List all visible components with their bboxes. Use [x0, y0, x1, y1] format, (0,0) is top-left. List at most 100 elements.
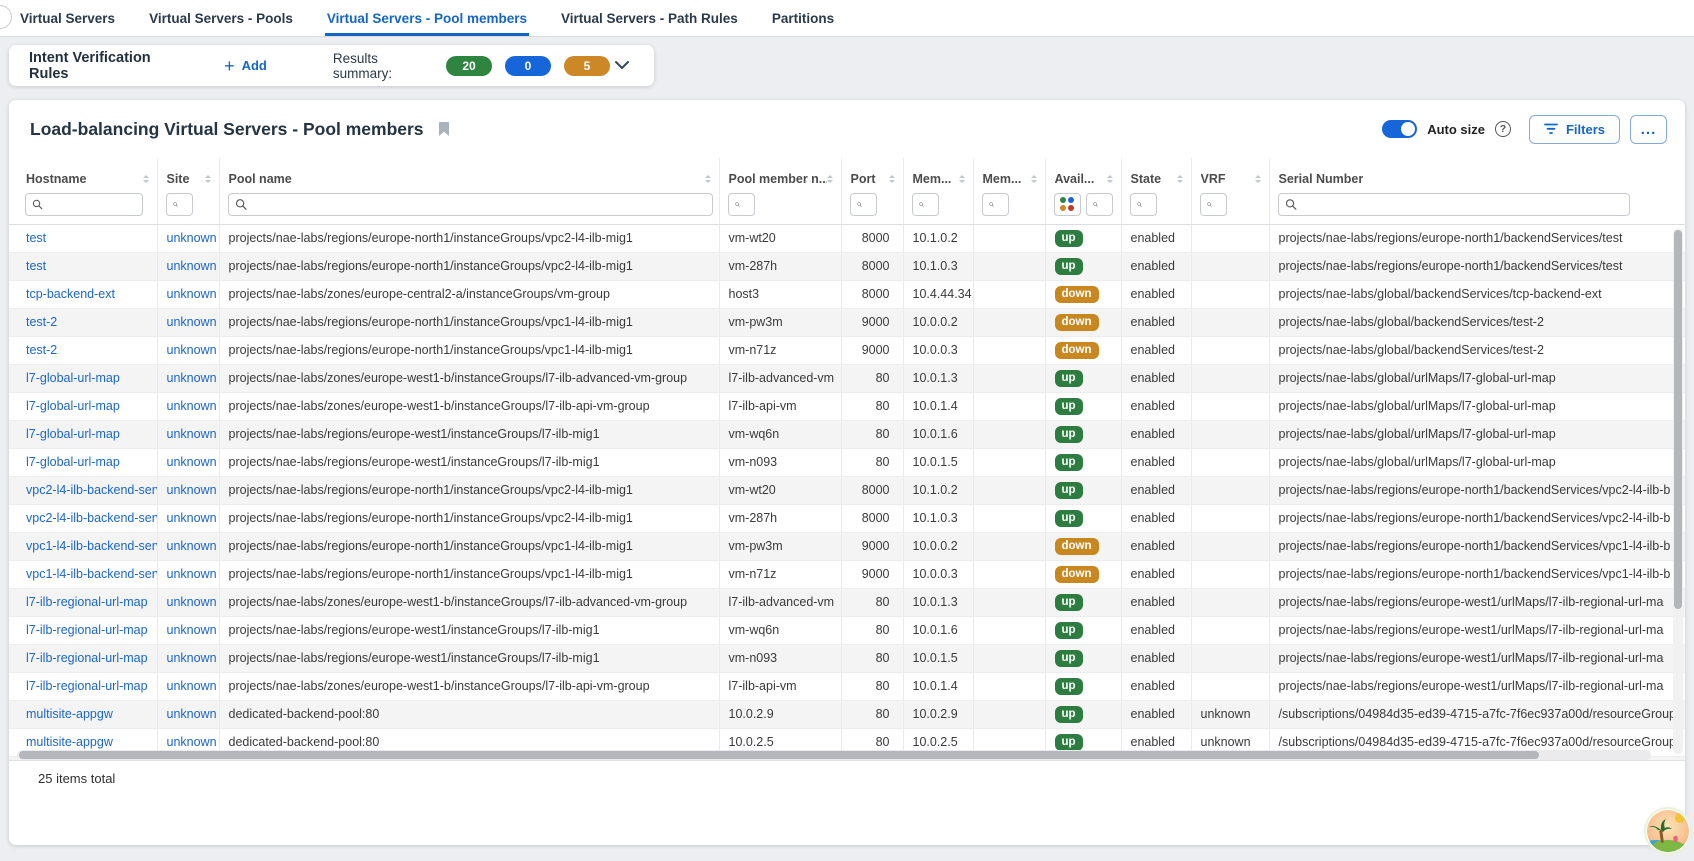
mem1-cell: 10.0.1.4	[903, 392, 973, 420]
auto-size-toggle[interactable]	[1382, 120, 1417, 138]
site-link[interactable]: unknown	[167, 455, 213, 469]
sort-icon-site[interactable]	[205, 175, 211, 183]
hostname-link[interactable]: vpc2-l4-ilb-backend-service	[26, 483, 157, 497]
site-link[interactable]: unknown	[167, 287, 213, 301]
hostname-link[interactable]: test-2	[26, 315, 57, 329]
tab-virtual-servers[interactable]: Virtual Servers	[18, 0, 117, 36]
site-link[interactable]: unknown	[167, 651, 213, 665]
hostname-link[interactable]: l7-ilb-regional-url-map	[26, 595, 148, 609]
avail-filter-input[interactable]	[1086, 193, 1113, 216]
results-pass-badge[interactable]: 20	[446, 56, 492, 76]
site-link[interactable]: unknown	[167, 539, 213, 553]
hostname-filter-input[interactable]	[25, 193, 143, 216]
serial_number-filter-input[interactable]	[1278, 193, 1630, 216]
pool_name-filter-input[interactable]	[228, 193, 713, 216]
pool_name-cell: projects/nae-labs/zones/europe-west1-b/i…	[219, 364, 719, 392]
vrf-cell	[1191, 420, 1269, 448]
site-link[interactable]: unknown	[167, 371, 213, 385]
site-link[interactable]: unknown	[167, 735, 213, 749]
tab-virtual-servers-path-rules[interactable]: Virtual Servers - Path Rules	[559, 0, 740, 36]
mem2-filter-input[interactable]	[982, 193, 1009, 216]
tab-virtual-servers-pool-members[interactable]: Virtual Servers - Pool members	[325, 0, 529, 36]
hostname-link[interactable]: vpc2-l4-ilb-backend-service	[26, 511, 157, 525]
mem2-cell	[973, 420, 1045, 448]
vrf-cell	[1191, 476, 1269, 504]
results-info-badge[interactable]: 0	[505, 56, 551, 76]
tab-partitions[interactable]: Partitions	[770, 0, 836, 36]
port-filter-input[interactable]	[850, 193, 877, 216]
hostname-link[interactable]: test	[26, 259, 46, 273]
site-link[interactable]: unknown	[167, 231, 213, 245]
hostname-link[interactable]: l7-global-url-map	[26, 455, 120, 469]
site-cell: unknown	[157, 532, 219, 560]
more-options-button[interactable]: ...	[1630, 115, 1667, 144]
site-link[interactable]: unknown	[167, 567, 213, 581]
tab-virtual-servers-pools[interactable]: Virtual Servers - Pools	[147, 0, 295, 36]
hostname-link[interactable]: l7-global-url-map	[26, 427, 120, 441]
sort-icon-hostname[interactable]	[143, 175, 149, 183]
state-filter-input[interactable]	[1130, 193, 1157, 216]
hostname-link[interactable]: test	[26, 231, 46, 245]
vrf-filter-input[interactable]	[1200, 193, 1227, 216]
sort-icon-avail[interactable]	[1107, 175, 1113, 183]
add-rule-button[interactable]: + Add	[224, 57, 267, 75]
site-link[interactable]: unknown	[167, 595, 213, 609]
filters-button[interactable]: Filters	[1529, 115, 1620, 144]
hostname-link[interactable]: vpc1-l4-ilb-backend-service	[26, 567, 157, 581]
site-link[interactable]: unknown	[167, 511, 213, 525]
hostname-link[interactable]: l7-ilb-regional-url-map	[26, 623, 148, 637]
availability-legend-filter-button[interactable]	[1054, 193, 1081, 216]
hostname-link[interactable]: l7-global-url-map	[26, 371, 120, 385]
mem2-cell	[973, 616, 1045, 644]
state-cell: enabled	[1121, 252, 1191, 280]
vrf-cell	[1191, 336, 1269, 364]
hostname-link[interactable]: l7-global-url-map	[26, 399, 120, 413]
mem1-filter-input[interactable]	[912, 193, 939, 216]
vertical-scrollbar[interactable]	[1673, 228, 1683, 754]
search-icon	[735, 198, 740, 211]
help-icon[interactable]: ?	[1495, 121, 1511, 137]
availability-badge: up	[1055, 258, 1083, 275]
results-warning-badge[interactable]: 5	[564, 56, 610, 76]
horizontal-scrollbar-thumb[interactable]	[19, 751, 1539, 759]
site-link[interactable]: unknown	[167, 259, 213, 273]
hostname-link[interactable]: vpc1-l4-ilb-backend-service	[26, 539, 157, 553]
availability-badge: up	[1055, 734, 1083, 751]
hostname-link[interactable]: l7-ilb-regional-url-map	[26, 651, 148, 665]
site-link[interactable]: unknown	[167, 399, 213, 413]
mem2-cell	[973, 588, 1045, 616]
bookmark-icon[interactable]	[438, 122, 450, 137]
site-link[interactable]: unknown	[167, 483, 213, 497]
island-widget-icon[interactable]	[1643, 806, 1693, 856]
site-filter-input[interactable]	[166, 193, 193, 216]
sort-icon-mem1[interactable]	[959, 175, 965, 183]
sort-icon-port[interactable]	[889, 175, 895, 183]
site-link[interactable]: unknown	[167, 427, 213, 441]
table-row: test-2unknownprojects/nae-labs/regions/e…	[9, 308, 1685, 336]
sort-icon-pool_member_name[interactable]	[827, 175, 833, 183]
hostname-link[interactable]: tcp-backend-ext	[26, 287, 115, 301]
site-link[interactable]: unknown	[167, 679, 213, 693]
hostname-link[interactable]: test-2	[26, 343, 57, 357]
pool_name-cell: projects/nae-labs/zones/europe-central2-…	[219, 280, 719, 308]
site-cell: unknown	[157, 252, 219, 280]
vertical-scrollbar-thumb[interactable]	[1674, 230, 1682, 609]
hostname-link[interactable]: l7-ilb-regional-url-map	[26, 679, 148, 693]
sort-icon-vrf[interactable]	[1255, 175, 1261, 183]
horizontal-scrollbar[interactable]	[17, 750, 1651, 760]
site-link[interactable]: unknown	[167, 623, 213, 637]
chevron-down-icon[interactable]	[610, 54, 634, 77]
sort-icon-pool_name[interactable]	[705, 175, 711, 183]
mem2-cell	[973, 280, 1045, 308]
pool_member_name-filter-input[interactable]	[728, 193, 755, 216]
hostname-link[interactable]: multisite-appgw	[26, 735, 113, 749]
site-link[interactable]: unknown	[167, 315, 213, 329]
availability-badge: up	[1055, 230, 1083, 247]
sort-icon-mem2[interactable]	[1031, 175, 1037, 183]
hostname-cell: l7-global-url-map	[9, 392, 157, 420]
hostname-link[interactable]: multisite-appgw	[26, 707, 113, 721]
ellipsis-icon: ...	[1641, 121, 1657, 138]
site-link[interactable]: unknown	[167, 343, 213, 357]
site-link[interactable]: unknown	[167, 707, 213, 721]
sort-icon-state[interactable]	[1177, 175, 1183, 183]
